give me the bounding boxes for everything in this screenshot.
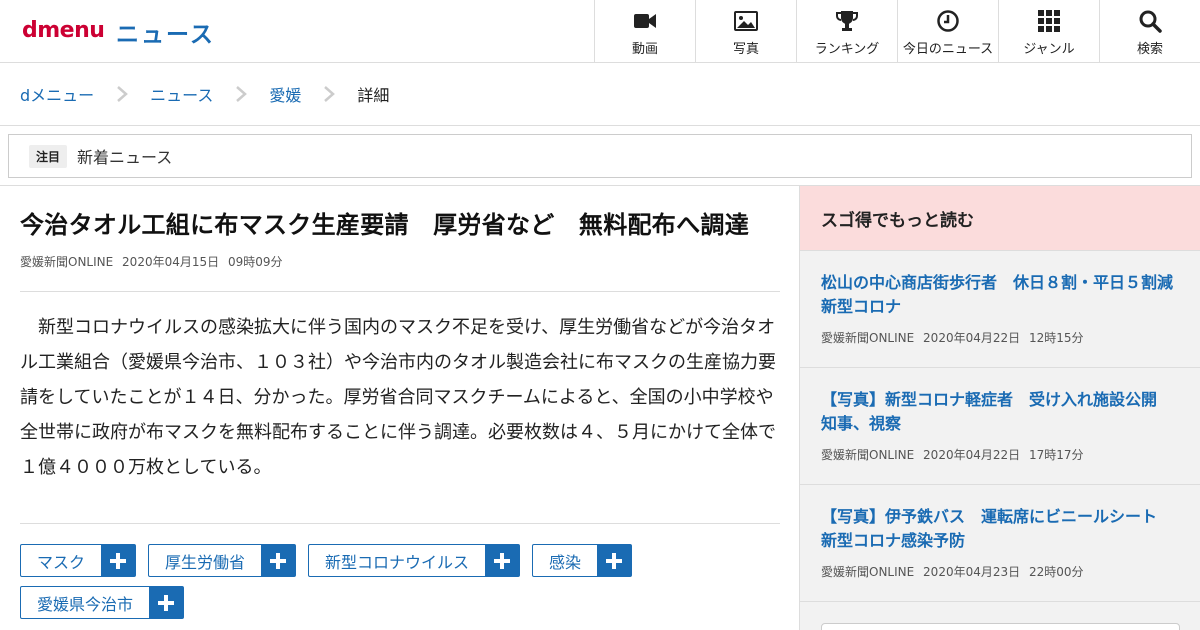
chevron-right-icon [213,85,269,103]
tag-infection[interactable]: 感染 [532,544,633,577]
sidebar-article[interactable]: 松山の中心商店街歩行者 休日８割・平日５割減 新型コロナ 愛媛新聞ONLINE … [800,251,1200,368]
tag-list: マスク 厚生労働省 新型コロナウイルス 感染 愛媛県今治市 [20,544,780,619]
breadcrumb-ehime[interactable]: 愛媛 [269,82,301,106]
notice-link[interactable]: 新着ニュース [77,144,172,168]
breadcrumb: dメニュー ニュース 愛媛 詳細 [0,63,1200,126]
section-title[interactable]: ニュース [116,15,215,49]
nav-label: 検索 [1136,42,1163,57]
chevron-right-icon [94,85,150,103]
tag-label: 感染 [549,552,582,572]
divider [20,291,780,292]
sidebar-article-title[interactable]: 【写真】新型コロナ軽症者 受け入れ施設公開 知事、視察 [821,388,1180,436]
site-header: dmenu ニュース 動画 写真 ランキング 今日のニュース ジャンル 検索 [0,0,1200,63]
tag-imabari[interactable]: 愛媛県今治市 [20,586,185,619]
nav-video[interactable]: 動画 [594,0,695,63]
plus-icon[interactable] [485,545,520,576]
sidebar-header: スゴ得でもっと読む [800,186,1200,251]
tag-mhlw[interactable]: 厚生労働省 [148,544,297,577]
sidebar-card [821,623,1180,630]
sidebar-article[interactable]: 【写真】伊予鉄バス 運転席にビニールシート 新型コロナ感染予防 愛媛新聞ONLI… [800,485,1200,602]
plus-icon[interactable] [101,545,136,576]
nav-today-news[interactable]: 今日のニュース [897,0,998,63]
search-icon [1139,10,1162,33]
article-date: 2020年04月22日 [923,331,1021,345]
sidebar-article-title[interactable]: 【写真】伊予鉄バス 運転席にビニールシート 新型コロナ感染予防 [821,505,1180,553]
notice-bar: 注目 新着ニュース [8,134,1192,178]
nav-label: 今日のニュース [902,42,994,57]
grid-icon [1038,10,1060,32]
breadcrumb-detail: 詳細 [357,86,390,105]
plus-icon[interactable] [597,545,632,576]
nav-label: 動画 [631,42,658,57]
article-source: 愛媛新聞ONLINE [821,565,915,579]
clock-icon [937,10,959,32]
sidebar-article-meta: 愛媛新聞ONLINE 2020年04月22日 12時15分 [821,329,1180,346]
dmenu-logo[interactable]: dmenu [22,18,105,43]
breadcrumb-dmenu[interactable]: dメニュー [20,82,94,106]
tag-label: 愛媛県今治市 [37,594,134,614]
breadcrumb-news[interactable]: ニュース [150,82,213,106]
nav-label: ジャンル [1023,42,1075,57]
sidebar-article-title[interactable]: 松山の中心商店街歩行者 休日８割・平日５割減 新型コロナ [821,271,1189,319]
plus-icon[interactable] [261,545,296,576]
article-title: 今治タオル工組に布マスク生産要請 厚労省など 無料配布へ調達 [20,211,749,239]
nav-ranking[interactable]: ランキング [796,0,897,63]
trophy-icon [836,11,858,31]
tag-label: 厚生労働省 [165,552,246,572]
article-date: 2020年04月23日 [923,565,1021,579]
tag-covid[interactable]: 新型コロナウイルス [308,544,521,577]
article: 今治タオル工組に布マスク生産要請 厚労省など 無料配布へ調達 愛媛新聞ONLIN… [20,186,780,619]
article-body: 新型コロナウイルスの感染拡大に伴う国内のマスク不足を受け、厚生労働省などが今治タ… [20,317,776,478]
nav-genre[interactable]: ジャンル [998,0,1099,63]
article-date: 2020年04月15日 [122,255,220,269]
article-time: 12時15分 [1028,331,1084,345]
sidebar: スゴ得でもっと読む 松山の中心商店街歩行者 休日８割・平日５割減 新型コロナ 愛… [799,186,1200,630]
article-source: 愛媛新聞ONLINE [821,448,915,462]
article-time: 17時17分 [1028,448,1084,462]
video-camera-icon [634,14,656,28]
photo-icon [734,11,758,31]
top-nav: 動画 写真 ランキング 今日のニュース ジャンル 検索 [594,0,1200,63]
nav-label: ランキング [814,42,880,57]
article-meta: 愛媛新聞ONLINE 2020年04月15日 09時09分 [20,253,780,270]
sidebar-article-meta: 愛媛新聞ONLINE 2020年04月23日 22時00分 [821,563,1180,580]
divider [20,523,780,524]
tag-label: マスク [37,552,86,572]
article-source: 愛媛新聞ONLINE [821,331,915,345]
sidebar-article-meta: 愛媛新聞ONLINE 2020年04月22日 17時17分 [821,446,1180,463]
article-date: 2020年04月22日 [923,448,1021,462]
nav-label: 写真 [732,42,759,57]
sidebar-article[interactable]: 【写真】新型コロナ軽症者 受け入れ施設公開 知事、視察 愛媛新聞ONLINE 2… [800,368,1200,485]
plus-icon[interactable] [149,587,184,618]
nav-photo[interactable]: 写真 [695,0,796,63]
chevron-right-icon [301,85,357,103]
article-time: 22時00分 [1028,565,1084,579]
article-time: 09時09分 [227,255,283,269]
tag-mask[interactable]: マスク [20,544,137,577]
article-source: 愛媛新聞ONLINE [20,255,114,269]
nav-search[interactable]: 検索 [1099,0,1200,63]
notice-badge: 注目 [29,144,68,168]
tag-label: 新型コロナウイルス [325,552,470,572]
